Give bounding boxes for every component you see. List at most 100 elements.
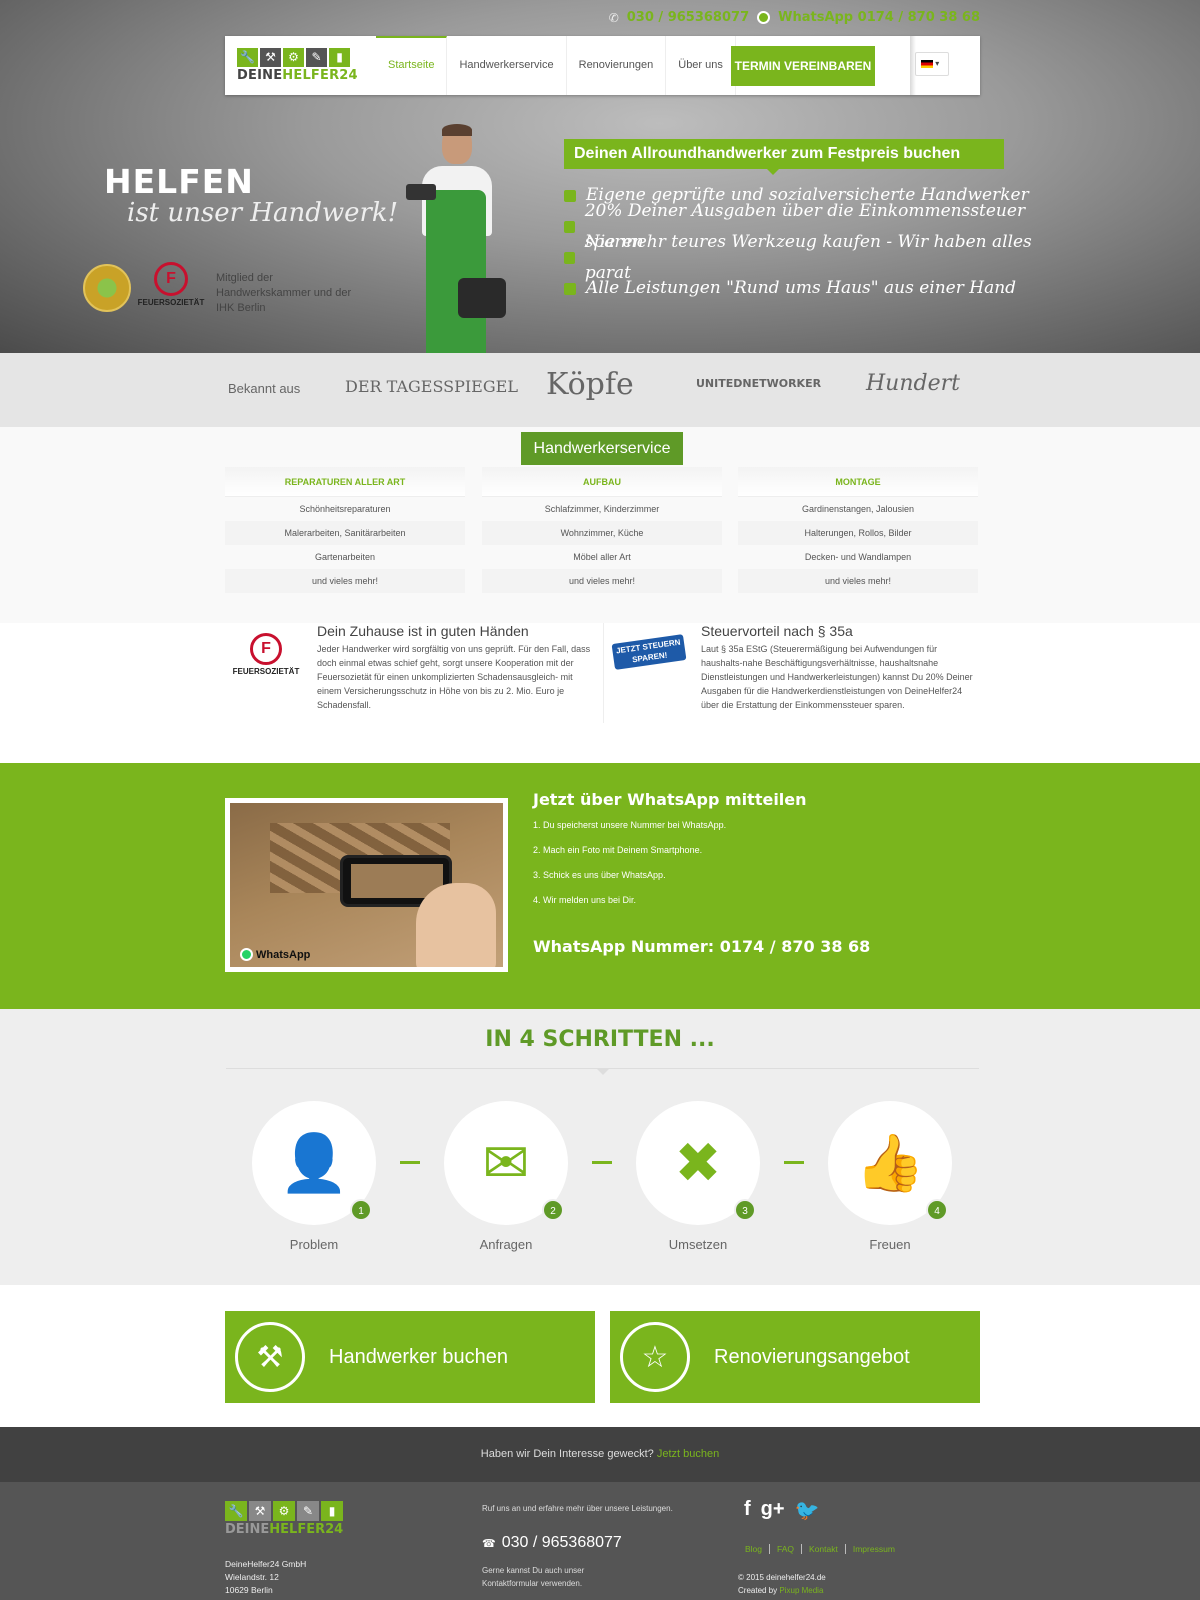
language-select[interactable]: ▾ <box>915 52 949 76</box>
logo-text-2: HELFER24 <box>282 68 358 83</box>
interest-text: Haben wir Dein Interesse geweckt? <box>480 1448 654 1460</box>
paint-icon: ▮ <box>321 1501 343 1521</box>
company-name: DeineHelfer24 GmbH <box>225 1559 307 1569</box>
google-plus-icon[interactable]: g+ <box>761 1498 785 1523</box>
thumbs-up-icon <box>564 220 575 233</box>
step-connector <box>784 1161 804 1164</box>
craftsman-image <box>396 124 526 353</box>
feuersozietaet-seal-text: FEUERSOZIETÄT <box>137 298 205 307</box>
step-number: 4 <box>926 1199 948 1221</box>
footer-link-blog[interactable]: Blog <box>738 1544 771 1554</box>
social-links: f g+ 🐦 <box>744 1498 819 1523</box>
service-column-heading: AUFBAU <box>482 467 722 497</box>
navbar: 🔧 ⚒ ⚙ ✎ ▮ DEINEHELFER24 Startseite Handw… <box>225 36 980 95</box>
tax-title: Steuervorteil nach § 35a <box>701 623 853 639</box>
service-item: Decken- und Wandlampen <box>804 552 912 562</box>
nav-startseite[interactable]: Startseite <box>376 36 448 95</box>
press-bar: Bekannt aus DER TAGESSPIEGEL Köpfe UNITE… <box>0 353 1200 427</box>
created-by-text: Created by <box>738 1586 778 1595</box>
nav-handwerkerservice[interactable]: Handwerkerservice <box>447 36 567 95</box>
phone-icon: ☎ <box>482 1538 496 1550</box>
services-section: Handwerkerservice REPARATUREN ALLER ART … <box>0 427 1200 623</box>
book-appointment-button[interactable]: TERMIN VEREINBAREN <box>731 46 875 86</box>
top-whatsapp[interactable]: WhatsApp 0174 / 870 38 68 <box>778 10 980 25</box>
feuersozietaet-logo-icon: F <box>250 633 282 665</box>
feuersozietaet-seal: F FEUERSOZIETÄT <box>136 262 206 312</box>
whatsapp-step: 2. Mach ein Foto mit Deinem Smartphone. <box>533 845 703 855</box>
divider <box>603 623 604 723</box>
step-number: 2 <box>542 1199 564 1221</box>
site-logo[interactable]: 🔧 ⚒ ⚙ ✎ ▮ DEINEHELFER24 <box>237 48 359 86</box>
drill-icon: ⚙ <box>273 1501 295 1521</box>
service-item: Gardinenstangen, Jalousien <box>801 504 915 514</box>
copyright-text: © 2015 deinehelfer24.de <box>738 1573 826 1582</box>
footer-link-kontakt[interactable]: Kontakt <box>802 1544 846 1554</box>
twitter-icon[interactable]: 🐦 <box>795 1498 820 1523</box>
footer-link-faq[interactable]: FAQ <box>770 1544 803 1554</box>
creator-link[interactable]: Pixup Media <box>779 1586 823 1595</box>
step-problem: 👤 1 Problem <box>252 1101 376 1252</box>
nav-ueber-uns[interactable]: Über uns <box>666 36 736 95</box>
whatsapp-step: 4. Wir melden uns bei Dir. <box>533 895 637 905</box>
tax-text: Laut § 35a EStG (Steuerermäßigung bei Au… <box>701 644 973 710</box>
screwdriver-icon: ✎ <box>306 48 327 67</box>
book-now-link[interactable]: Jetzt buchen <box>657 1448 719 1460</box>
company-street: Wielandstr. 12 <box>225 1572 279 1582</box>
service-item: Halterungen, Rollos, Bilder <box>738 521 978 545</box>
whatsapp-number[interactable]: WhatsApp Nummer: 0174 / 870 38 68 <box>533 937 870 956</box>
whatsapp-icon <box>240 948 253 961</box>
top-contact: ✆ 030 / 965368077 WhatsApp 0174 / 870 38… <box>609 10 980 25</box>
whatsapp-step: 3. Schick es uns über WhatsApp. <box>533 870 666 880</box>
top-phone[interactable]: 030 / 965368077 <box>627 10 749 25</box>
press-logo-koepfe: Köpfe <box>546 367 634 402</box>
paint-icon: ▮ <box>329 48 350 67</box>
footer-phone[interactable]: ☎ 030 / 965368077 <box>482 1534 622 1552</box>
info-section: F FEUERSOZIETÄT Dein Zuhause ist in gute… <box>0 623 1200 763</box>
logo-text-1: DEINE <box>237 68 283 83</box>
whatsapp-steps: 1. Du speicherst unsere Nummer bei Whats… <box>533 819 726 919</box>
nav-renovierungen[interactable]: Renovierungen <box>567 36 667 95</box>
benefit-text: Alle Leistungen "Rund ums Haus" aus eine… <box>586 278 1017 298</box>
service-column: MONTAGE Gardinenstangen, Jalousien Halte… <box>738 467 978 593</box>
footer-interest-bar: Haben wir Dein Interesse geweckt? Jetzt … <box>0 1427 1200 1482</box>
feuersozietaet-logo-text: FEUERSOZIETÄT <box>232 667 300 676</box>
whatsapp-icon <box>757 11 771 24</box>
nav-menu: Startseite Handwerkerservice Renovierung… <box>376 36 736 95</box>
service-column-heading: REPARATUREN ALLER ART <box>225 467 465 497</box>
whatsapp-title: Jetzt über WhatsApp mitteilen <box>533 790 807 809</box>
step-freuen: 👍 4 Freuen <box>828 1101 952 1252</box>
book-craftsman-label: Handwerker buchen <box>329 1346 508 1368</box>
footer-link-impressum[interactable]: Impressum <box>846 1544 902 1554</box>
step-number: 3 <box>734 1199 756 1221</box>
company-city: 10629 Berlin <box>225 1585 273 1595</box>
call-text: Ruf uns an und erfahre mehr über unsere … <box>482 1504 673 1513</box>
drill-icon: ⚙ <box>283 48 304 67</box>
step-label: Anfragen <box>479 1237 533 1252</box>
tools-icon: ⚒ <box>235 1322 305 1392</box>
feuersozietaet-logo-icon: F <box>154 262 188 296</box>
contact-form-text: Gerne kannst Du auch unser Kontaktformul… <box>482 1566 585 1588</box>
step-label: Freuen <box>869 1237 911 1252</box>
facebook-icon[interactable]: f <box>744 1498 751 1523</box>
thumbs-up-icon <box>564 189 576 202</box>
hero-banner: Deinen Allroundhandwerker zum Festpreis … <box>564 139 1005 175</box>
book-craftsman-button[interactable]: ⚒ Handwerker buchen <box>225 1311 595 1403</box>
press-logo-hundert: Hundert <box>866 371 960 396</box>
service-column: REPARATUREN ALLER ART Schönheitsreparatu… <box>225 467 465 593</box>
step-anfragen: ✉ 2 Anfragen <box>444 1101 568 1252</box>
insurance-info: Dein Zuhause ist in guten Händen Jeder H… <box>317 623 595 731</box>
whatsapp-step: 1. Du speicherst unsere Nummer bei Whats… <box>533 820 727 830</box>
footer-logo-text-1: DEINE <box>225 1522 270 1537</box>
renovation-offer-button[interactable]: ☆ Renovierungsangebot einholen <box>610 1311 980 1460</box>
whatsapp-photo: WhatsApp <box>225 798 508 972</box>
footer-logo[interactable]: 🔧 ⚒ ⚙ ✎ ▮ DEINEHELFER24 <box>225 1501 343 1537</box>
hero-section: ✆ 030 / 965368077 WhatsApp 0174 / 870 38… <box>0 0 1200 353</box>
step-connector <box>400 1161 420 1164</box>
cta-section: ⚒ Handwerker buchen ☆ Renovierungsangebo… <box>0 1285 1200 1460</box>
phone-icon: ✆ <box>608 10 619 25</box>
step-label: Umsetzen <box>668 1237 728 1252</box>
steps-title: IN 4 SCHRITTEN ... <box>485 1027 715 1052</box>
hero-benefits: Deinen Allroundhandwerker zum Festpreis … <box>564 139 1034 304</box>
feuersozietaet-logo: F FEUERSOZIETÄT <box>230 633 302 681</box>
service-item: Wohnzimmer, Küche <box>482 521 722 545</box>
